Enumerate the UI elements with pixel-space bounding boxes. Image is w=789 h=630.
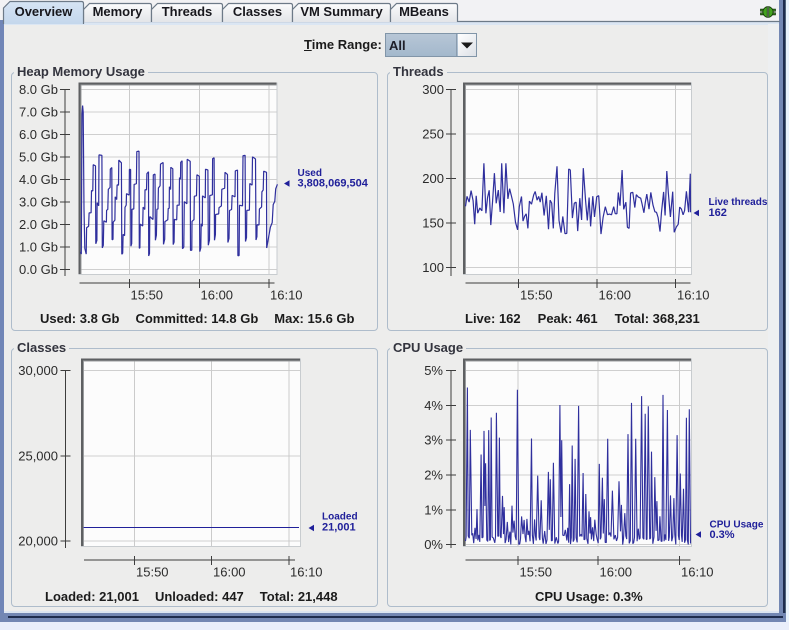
svg-text:200: 200 <box>422 171 444 186</box>
svg-text:4%: 4% <box>424 398 443 413</box>
svg-text:25,000: 25,000 <box>18 448 58 463</box>
svg-text:8.0 Gb: 8.0 Gb <box>19 82 58 97</box>
svg-text:16:10: 16:10 <box>290 565 323 580</box>
svg-text:162: 162 <box>709 207 727 219</box>
svg-text:15:50: 15:50 <box>520 288 553 303</box>
svg-text:30,000: 30,000 <box>18 363 58 378</box>
svg-text:15:50: 15:50 <box>131 288 164 303</box>
svg-text:16:10: 16:10 <box>270 288 303 303</box>
svg-text:16:00: 16:00 <box>600 565 633 580</box>
svg-text:0.0 Gb: 0.0 Gb <box>19 262 58 277</box>
svg-text:250: 250 <box>422 126 444 141</box>
svg-text:2.0 Gb: 2.0 Gb <box>19 217 58 232</box>
svg-text:21,001: 21,001 <box>322 522 356 534</box>
svg-text:4.0 Gb: 4.0 Gb <box>19 172 58 187</box>
svg-text:0.3%: 0.3% <box>710 529 735 541</box>
svg-text:16:00: 16:00 <box>213 565 246 580</box>
svg-text:1%: 1% <box>424 502 443 517</box>
svg-text:3%: 3% <box>424 433 443 448</box>
svg-text:7.0 Gb: 7.0 Gb <box>19 105 58 120</box>
svg-text:20,000: 20,000 <box>18 534 58 549</box>
svg-text:2%: 2% <box>424 468 443 483</box>
svg-text:1.0 Gb: 1.0 Gb <box>19 240 58 255</box>
svg-text:300: 300 <box>422 82 444 97</box>
svg-text:5.0 Gb: 5.0 Gb <box>19 150 58 165</box>
svg-text:150: 150 <box>422 215 444 230</box>
svg-text:3,808,069,504: 3,808,069,504 <box>298 178 369 190</box>
svg-text:6.0 Gb: 6.0 Gb <box>19 127 58 142</box>
svg-text:15:50: 15:50 <box>520 565 553 580</box>
svg-text:3.0 Gb: 3.0 Gb <box>19 195 58 210</box>
svg-text:0%: 0% <box>424 537 443 552</box>
svg-text:5%: 5% <box>424 363 443 378</box>
svg-text:16:10: 16:10 <box>681 565 714 580</box>
svg-text:15:50: 15:50 <box>136 565 169 580</box>
svg-text:16:00: 16:00 <box>599 288 632 303</box>
svg-text:16:00: 16:00 <box>201 288 234 303</box>
svg-text:100: 100 <box>422 260 444 275</box>
svg-text:16:10: 16:10 <box>677 288 710 303</box>
